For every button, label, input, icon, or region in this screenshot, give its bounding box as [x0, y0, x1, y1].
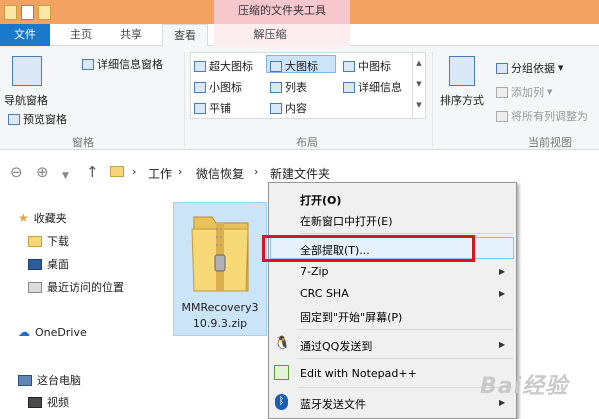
group-by-button[interactable]: 分组依据 ▼ — [496, 60, 563, 76]
desktop-icon — [28, 258, 42, 270]
videos-icon — [28, 396, 42, 408]
menu-item-crc-sha[interactable]: CRC SHA — [300, 287, 349, 300]
tab-view[interactable]: 查看 — [162, 24, 208, 47]
forward-icon[interactable]: ⊕ — [36, 165, 49, 180]
scroll-up-icon[interactable]: ▲ — [413, 53, 425, 74]
add-columns-icon — [496, 86, 508, 98]
layout-small[interactable]: 小图标 — [194, 79, 242, 95]
nav-item-this-pc[interactable]: 这台电脑 — [18, 372, 81, 388]
qq-penguin-icon: 🐧 — [274, 336, 291, 351]
breadcrumb-separator: › — [178, 165, 183, 178]
breadcrumb-segment[interactable]: 微信恢复 — [196, 165, 244, 182]
submenu-arrow-icon: ▶ — [499, 340, 506, 349]
medium-icons-icon — [343, 60, 355, 72]
menu-item-open[interactable]: 打开(O) — [300, 192, 341, 208]
zip-folder-icon — [191, 216, 249, 292]
menu-item-open-new-window[interactable]: 在新窗口中打开(E) — [300, 213, 393, 229]
star-icon: ★ — [18, 211, 29, 225]
group-divider — [184, 52, 185, 146]
tab-share[interactable]: 共享 — [108, 24, 154, 46]
details-pane-icon — [82, 58, 94, 70]
preview-pane-button[interactable]: 预览窗格 — [8, 111, 67, 127]
tab-extract[interactable]: 解压缩 — [238, 24, 302, 46]
preview-pane-icon — [8, 113, 20, 125]
file-name-line: MMRecovery3 — [181, 301, 259, 314]
large-icons-icon — [270, 60, 282, 72]
menu-item-bluetooth[interactable]: 蓝牙发送文件 — [300, 396, 366, 412]
nav-item-recent[interactable]: 最近访问的位置 — [28, 279, 124, 295]
back-icon[interactable]: ⊖ — [10, 165, 23, 180]
new-folder-icon[interactable] — [38, 4, 51, 20]
details-pane-button[interactable]: 详细信息窗格 — [82, 56, 163, 72]
contextual-tool-title: 压缩的文件夹工具 — [214, 0, 350, 24]
nav-item-desktop[interactable]: 桌面 — [28, 256, 69, 272]
bluetooth-icon: ᛒ — [275, 394, 288, 410]
breadcrumb-segment[interactable]: 工作 — [148, 165, 172, 182]
breadcrumb-segment[interactable]: 新建文件夹 — [270, 165, 330, 182]
menu-item-send-qq[interactable]: 通过QQ发送到 — [300, 338, 372, 354]
menu-item-pin-start[interactable]: 固定到"开始"屏幕(P) — [300, 309, 402, 325]
up-icon[interactable]: ↑ — [86, 165, 99, 180]
layout-list[interactable]: 列表 — [270, 79, 307, 95]
quick-access-toolbar — [4, 3, 51, 21]
nav-item-videos[interactable]: 视频 — [28, 394, 69, 410]
layout-extra-large[interactable]: 超大图标 — [194, 58, 253, 74]
folder-icon[interactable] — [4, 4, 17, 20]
navigation-pane-icon[interactable] — [12, 56, 42, 86]
add-columns-button[interactable]: 添加列 ▼ — [496, 84, 552, 100]
recent-places-icon — [28, 281, 42, 293]
group-label-layout: 布局 — [296, 136, 318, 149]
layout-large[interactable]: 大图标 — [270, 58, 318, 74]
tab-home[interactable]: 主页 — [58, 24, 104, 46]
breadcrumb-separator: › — [132, 165, 137, 178]
group-by-icon — [496, 62, 508, 74]
tab-file[interactable]: 文件 — [0, 24, 50, 46]
menu-item-7zip[interactable]: 7-Zip — [300, 265, 329, 278]
file-name-line: 10.9.3.zip — [192, 317, 248, 330]
chevron-down-icon: ▼ — [547, 88, 553, 96]
layout-details[interactable]: 详细信息 — [343, 79, 402, 95]
small-icons-icon — [194, 81, 206, 93]
group-label-panes: 窗格 — [72, 136, 94, 149]
menu-separator — [298, 329, 513, 330]
properties-icon[interactable] — [21, 4, 34, 20]
layout-tiles[interactable]: 平铺 — [194, 100, 231, 116]
layout-scroll[interactable]: ▲ ▼ ▼ — [412, 53, 425, 118]
folder-icon — [110, 166, 124, 177]
nav-item-onedrive[interactable]: ☁ OneDrive — [18, 325, 87, 339]
content-icon — [270, 102, 282, 114]
file-name: MMRecovery3 10.9.3.zip — [176, 300, 264, 332]
details-icon — [343, 81, 355, 93]
downloads-folder-icon — [28, 235, 42, 247]
group-label-current-view: 当前视图 — [528, 136, 572, 149]
group-divider — [432, 52, 433, 146]
submenu-arrow-icon: ▶ — [499, 289, 506, 298]
menu-separator — [298, 358, 513, 359]
highlight-annotation — [262, 235, 475, 262]
sort-by-icon[interactable] — [449, 56, 475, 86]
cloud-icon: ☁ — [18, 325, 30, 339]
size-columns-button[interactable]: 将所有列调整为 — [496, 108, 588, 124]
extra-large-icons-icon — [194, 60, 206, 72]
layout-content[interactable]: 内容 — [270, 100, 307, 116]
scroll-down-icon[interactable]: ▼ — [413, 74, 425, 95]
size-columns-icon — [496, 110, 508, 122]
breadcrumb-separator: › — [254, 165, 259, 178]
computer-icon — [18, 374, 32, 386]
watermark: Bai经验 — [480, 374, 569, 399]
notepad-plus-plus-icon — [274, 365, 289, 380]
expand-icon[interactable]: ▼ — [413, 95, 425, 116]
nav-item-downloads[interactable]: 下载 — [28, 233, 69, 249]
menu-separator — [298, 233, 513, 234]
tiles-icon — [194, 102, 206, 114]
sort-by-button[interactable]: 排序方式 — [440, 92, 484, 108]
layout-medium[interactable]: 中图标 — [343, 58, 391, 74]
chevron-down-icon: ▼ — [558, 64, 564, 72]
list-icon — [270, 81, 282, 93]
nav-item-favorites[interactable]: ★ 收藏夹 — [18, 210, 67, 226]
nav-pane-button[interactable]: 导航窗格 — [4, 92, 48, 108]
menu-item-edit-notepad[interactable]: Edit with Notepad++ — [300, 367, 417, 380]
recent-dropdown-icon[interactable]: ▼ — [62, 169, 69, 184]
submenu-arrow-icon: ▶ — [499, 267, 506, 276]
